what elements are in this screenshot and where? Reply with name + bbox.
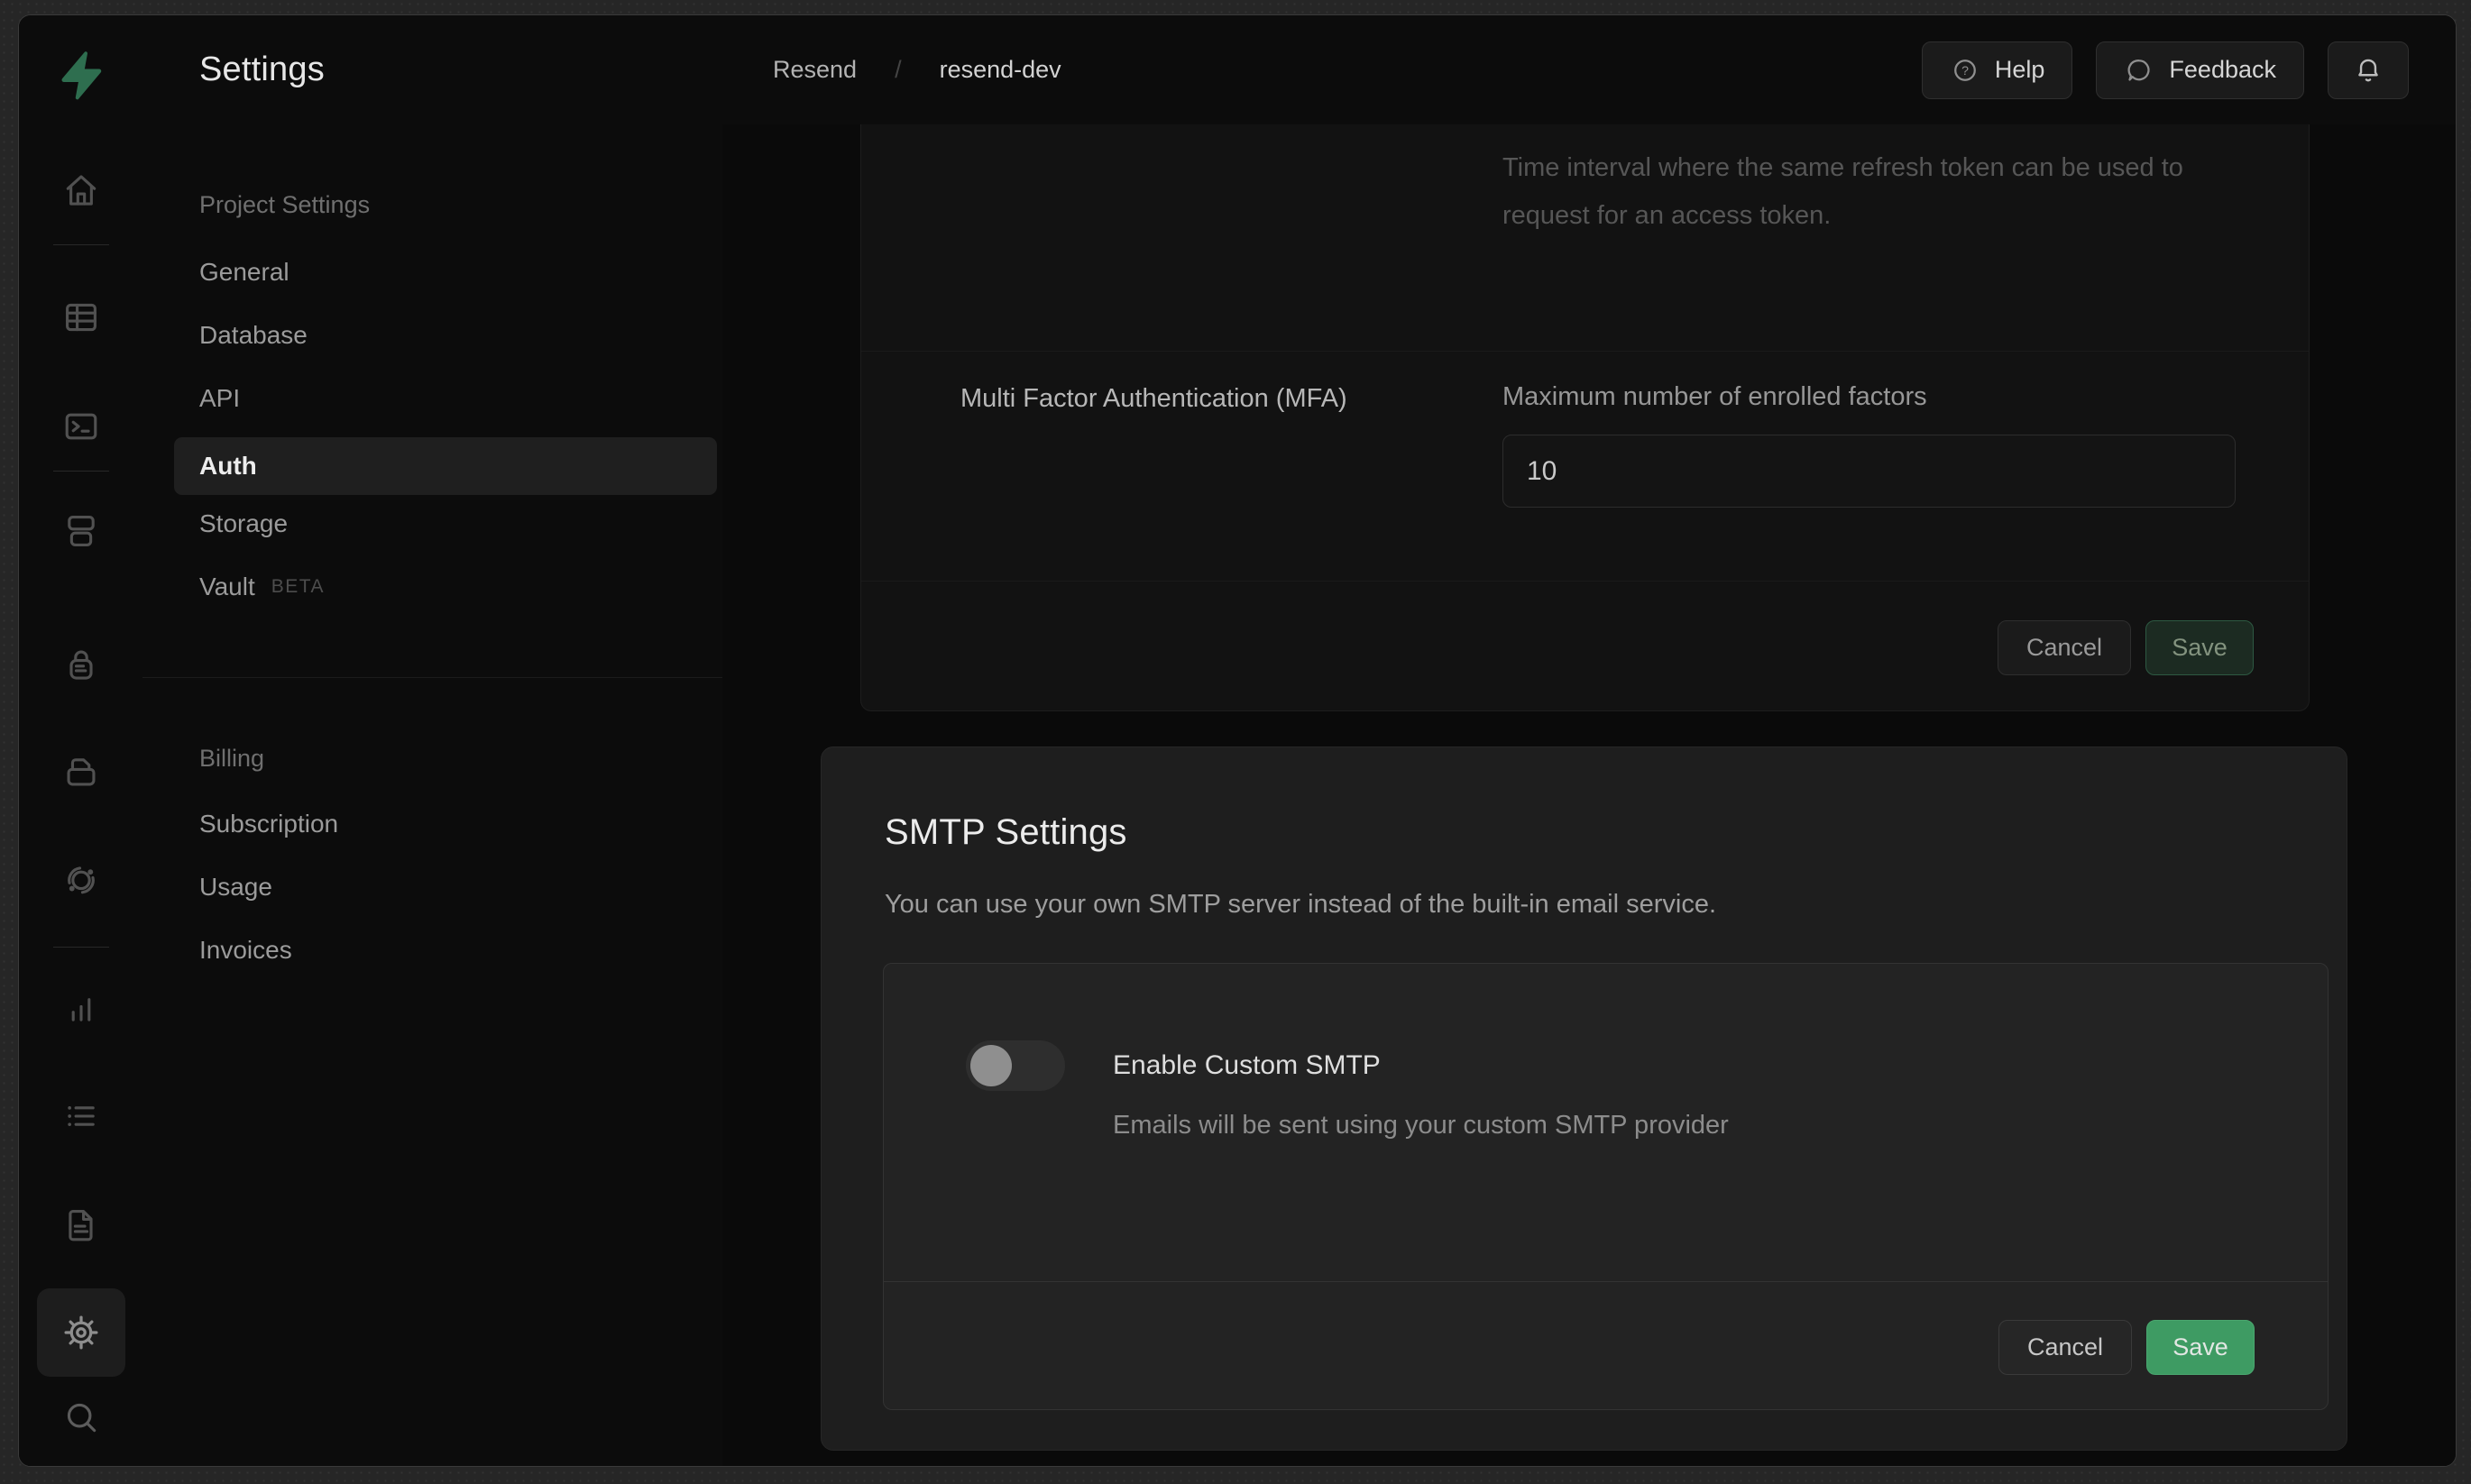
feedback-button-label: Feedback [2169, 56, 2276, 84]
smtp-card-subtitle: You can use your own SMTP server instead… [885, 890, 1716, 920]
nav-item-label: Usage [199, 873, 272, 902]
nav-item-database[interactable]: Database [199, 321, 308, 350]
help-circle-icon: ? [1950, 55, 1980, 86]
nav-item-usage[interactable]: Usage [199, 873, 272, 902]
reports-icon[interactable] [61, 989, 101, 1029]
feedback-button[interactable]: Feedback [2096, 41, 2304, 99]
auth-lock-icon[interactable] [61, 645, 101, 684]
supabase-logo-icon[interactable] [53, 47, 109, 103]
app-window: Settings Resend / resend-dev ? Help [18, 14, 2457, 1467]
svg-text:?: ? [1961, 64, 1969, 78]
smtp-card-title: SMTP Settings [885, 812, 1127, 853]
beta-badge: BETA [271, 576, 325, 598]
enable-custom-smtp-toggle[interactable] [966, 1040, 1065, 1091]
bell-icon [2352, 54, 2384, 87]
nav-item-label: Storage [199, 509, 288, 538]
help-button[interactable]: ? Help [1922, 41, 2073, 99]
search-icon[interactable] [61, 1397, 101, 1437]
home-icon[interactable] [61, 170, 101, 210]
smtp-enable-panel: Enable Custom SMTP Emails will be sent u… [883, 963, 2329, 1410]
breadcrumb-org[interactable]: Resend [773, 56, 857, 84]
nav-section-divider [142, 677, 722, 678]
breadcrumb-separator: / [895, 56, 902, 84]
rail-divider [53, 244, 109, 245]
nav-item-vault[interactable]: Vault BETA [199, 573, 325, 601]
nav-item-general[interactable]: General [199, 258, 289, 287]
enable-custom-smtp-description: Emails will be sent using your custom SM… [1113, 1101, 1897, 1150]
header-actions: ? Help Feedback [1922, 15, 2409, 124]
table-editor-icon[interactable] [61, 298, 101, 337]
smtp-footer-divider [884, 1281, 2328, 1282]
smtp-footer-actions: Cancel Save [1998, 1320, 2255, 1375]
nav-item-label: API [199, 384, 240, 413]
toggle-knob [970, 1045, 1012, 1086]
breadcrumb-project[interactable]: resend-dev [940, 56, 1061, 84]
icon-rail [19, 15, 143, 1466]
mfa-cancel-button[interactable]: Cancel [1998, 620, 2131, 675]
rail-divider [53, 947, 109, 948]
enrolled-factors-label: Maximum number of enrolled factors [1502, 382, 1927, 412]
smtp-save-button[interactable]: Save [2146, 1320, 2255, 1375]
nav-item-label: Database [199, 321, 308, 350]
page-title: Settings [199, 15, 325, 124]
enrolled-factors-input[interactable] [1502, 435, 2236, 508]
database-icon[interactable] [61, 511, 101, 551]
docs-icon[interactable] [61, 1205, 101, 1245]
nav-item-subscription[interactable]: Subscription [199, 810, 338, 838]
mfa-footer-actions: Cancel Save [1998, 620, 2254, 675]
nav-item-label: Auth [199, 452, 257, 481]
main-content: Time interval where the same refresh tok… [722, 124, 2456, 1466]
enable-custom-smtp-label: Enable Custom SMTP [1113, 1050, 1381, 1081]
settings-gear-icon[interactable] [60, 1312, 102, 1353]
smtp-settings-card: SMTP Settings You can use your own SMTP … [821, 747, 2347, 1451]
logs-icon[interactable] [61, 1096, 101, 1136]
breadcrumb: Resend / resend-dev [773, 15, 1061, 124]
nav-item-auth-active[interactable]: Auth [174, 437, 717, 495]
help-button-label: Help [1995, 56, 2045, 84]
sql-editor-icon[interactable] [61, 407, 101, 446]
nav-section-heading-project-settings: Project Settings [199, 191, 370, 219]
storage-icon[interactable] [61, 752, 101, 792]
mfa-section-label: Multi Factor Authentication (MFA) [960, 384, 1347, 414]
auth-settings-card: Time interval where the same refresh tok… [860, 124, 2310, 711]
mfa-save-button[interactable]: Save [2145, 620, 2254, 675]
refresh-token-help-text: Time interval where the same refresh tok… [1502, 144, 2242, 240]
feedback-bubble-icon [2124, 55, 2154, 86]
settings-nav-panel: Project Settings General Database API Au… [142, 124, 723, 1466]
edge-functions-icon[interactable] [61, 860, 101, 900]
nav-item-label: General [199, 258, 289, 287]
nav-item-api[interactable]: API [199, 384, 240, 413]
top-header: Settings Resend / resend-dev ? Help [142, 15, 2456, 125]
notifications-button[interactable] [2328, 41, 2409, 99]
nav-item-invoices[interactable]: Invoices [199, 936, 292, 965]
nav-item-label: Subscription [199, 810, 338, 838]
nav-section-heading-billing: Billing [199, 745, 264, 773]
nav-item-storage[interactable]: Storage [199, 509, 288, 538]
card-footer-divider [861, 581, 2309, 582]
rail-divider [53, 471, 109, 472]
nav-item-label: Invoices [199, 936, 292, 965]
card-row-divider [861, 351, 2309, 352]
smtp-cancel-button[interactable]: Cancel [1998, 1320, 2132, 1375]
nav-item-label: Vault [199, 573, 255, 601]
